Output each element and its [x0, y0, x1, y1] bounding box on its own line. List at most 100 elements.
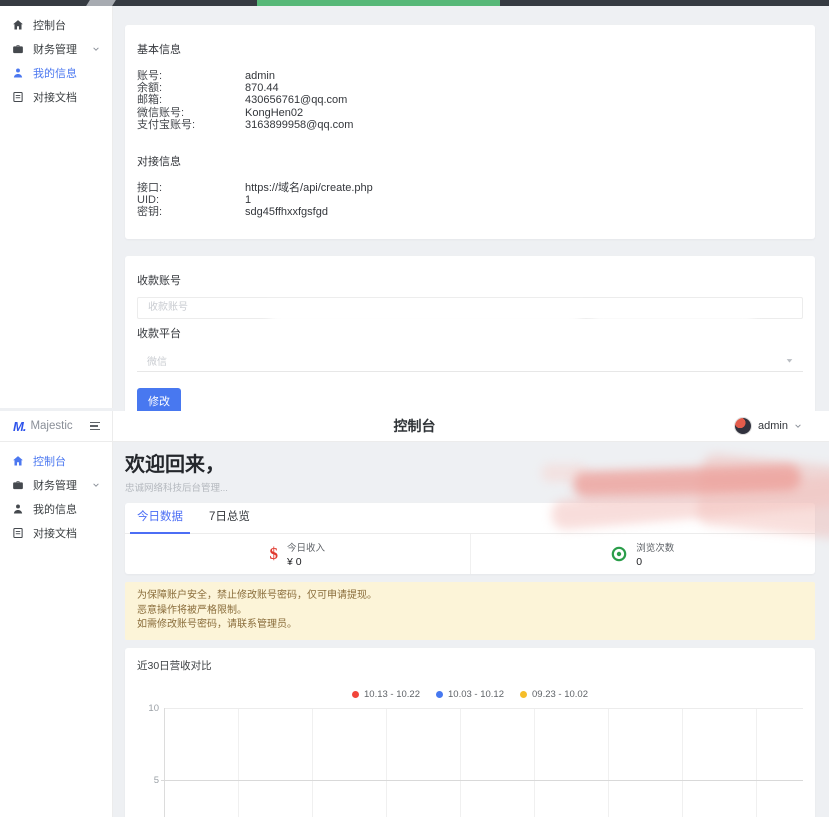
app-header: M. Majestic 控制台 admin: [0, 411, 829, 442]
row-label: 余额:: [137, 82, 245, 94]
welcome-title: 欢迎回来，: [125, 448, 815, 477]
legend-item[interactable]: 10.03 - 10.12: [436, 689, 504, 700]
dashboard-content: 欢迎回来， 忠诚网络科技后台管理... 今日数据 7日总览 $ 今日收入 ¥ 0: [113, 442, 829, 817]
sidebar-item-finance[interactable]: 财务管理: [0, 37, 112, 61]
logo-icon: M.: [13, 419, 25, 434]
sidebar-item-docs[interactable]: 对接文档: [0, 85, 112, 109]
select-value: 微信: [147, 353, 167, 368]
legend-label: 10.03 - 10.12: [448, 689, 504, 700]
legend-label: 09.23 - 10.02: [532, 689, 588, 700]
row-value: 1: [245, 194, 251, 206]
legend-label: 10.13 - 10.22: [364, 689, 420, 700]
row-value: 870.44: [245, 82, 279, 94]
row-value: 3163899958@qq.com: [245, 119, 353, 131]
logo-text: Majestic: [30, 420, 72, 432]
sidebar: 控制台 财务管理 我的信息 对接文档: [0, 442, 113, 817]
info-row: 邮箱:430656761@qq.com: [137, 94, 803, 106]
row-value: 430656761@qq.com: [245, 94, 347, 106]
legend-dot-yellow: [520, 691, 527, 698]
chart-title: 近30日营收对比: [137, 658, 803, 673]
sidebar-toggle-icon[interactable]: [88, 418, 102, 434]
alert-line: 如需修改账号密码，请联系管理员。: [137, 618, 803, 633]
stats-card: 今日数据 7日总览 $ 今日收入 ¥ 0: [125, 503, 815, 574]
finance-icon: [12, 43, 24, 55]
info-row: 支付宝账号:3163899958@qq.com: [137, 119, 803, 131]
row-label: 接口:: [137, 182, 245, 194]
sidebar-item-label: 对接文档: [33, 525, 77, 541]
chart-legend: 10.13 - 10.22 10.03 - 10.12 09.23 - 10.0…: [137, 689, 803, 700]
api-info-title: 对接信息: [137, 153, 803, 169]
legend-item[interactable]: 09.23 - 10.02: [520, 689, 588, 700]
revenue-chart-card: 近30日营收对比 10.13 - 10.22 10.03 - 10.12 09.…: [125, 648, 815, 817]
payout-platform-select[interactable]: 微信: [137, 350, 803, 372]
tab-today-data[interactable]: 今日数据: [137, 508, 183, 533]
row-label: 密钥:: [137, 206, 245, 218]
row-label: 邮箱:: [137, 94, 245, 106]
row-value: https://域名/api/create.php: [245, 182, 373, 194]
sidebar-item-label: 控制台: [33, 453, 66, 469]
gridline-5: [161, 780, 803, 781]
info-row: UID:1: [137, 194, 803, 206]
sidebar-item-label: 财务管理: [33, 477, 77, 493]
info-row: 微信账号:KongHen02: [137, 107, 803, 119]
dashboard-screen: M. Majestic 控制台 admin 控制台 财务管理: [0, 408, 829, 817]
row-value: KongHen02: [245, 107, 303, 119]
caret-down-icon: [786, 357, 793, 364]
doc-icon: [12, 91, 24, 103]
basic-info-title: 基本信息: [137, 41, 803, 57]
payout-account-input[interactable]: [137, 297, 803, 319]
page-title: 控制台: [0, 411, 829, 442]
dashboard-body: 控制台 财务管理 我的信息 对接文档 欢迎回来， 忠诚网络科技后: [0, 442, 829, 817]
row-label: UID:: [137, 194, 245, 206]
info-row: 余额:870.44: [137, 82, 803, 94]
row-value: sdg45ffhxxfgsfgd: [245, 206, 328, 218]
gridline-10: [165, 708, 803, 709]
sidebar-item-label: 我的信息: [33, 65, 77, 81]
sidebar-item-my-info[interactable]: 我的信息: [0, 61, 112, 85]
user-menu[interactable]: admin: [734, 411, 829, 441]
profile-screen: 控制台 财务管理 我的信息 对接文档 基本信息 账号:admin 余额:870.…: [0, 6, 829, 408]
tab-7day-overview[interactable]: 7日总览: [209, 508, 250, 533]
chevron-down-icon: [92, 45, 100, 53]
row-label: 支付宝账号:: [137, 119, 245, 131]
stats-tabs: 今日数据 7日总览: [125, 503, 815, 534]
stat-value: ¥ 0: [287, 556, 325, 568]
info-row: 账号:admin: [137, 70, 803, 82]
sidebar-item-finance[interactable]: 财务管理: [0, 473, 112, 497]
api-info-group: 对接信息 接口:https://域名/api/create.php UID:1 …: [137, 153, 803, 219]
security-alert: 为保障账户安全，禁止修改账号密码，仅可申请提现。 恶意操作将被严格限制。 如需修…: [125, 582, 815, 640]
sidebar-item-console[interactable]: 控制台: [0, 13, 112, 37]
sidebar-item-console[interactable]: 控制台: [0, 449, 112, 473]
sidebar-item-docs[interactable]: 对接文档: [0, 521, 112, 545]
user-icon: [12, 67, 24, 79]
row-label: 账号:: [137, 70, 245, 82]
y-axis-tick: 5: [138, 775, 159, 786]
sidebar-item-label: 控制台: [33, 17, 66, 33]
row-label: 微信账号:: [137, 107, 245, 119]
stat-label: 今日收入: [287, 540, 325, 554]
row-value: admin: [245, 70, 275, 82]
alert-line: 恶意操作将被严格限制。: [137, 604, 803, 619]
sidebar-item-label: 对接文档: [33, 89, 77, 105]
home-icon: [12, 19, 24, 31]
chevron-down-icon: [794, 422, 802, 430]
stat-value: 0: [636, 556, 674, 568]
logo-area: M. Majestic: [0, 411, 113, 441]
payout-form-card: 收款账号 收款平台 微信 修改: [125, 256, 815, 428]
profile-content: 基本信息 账号:admin 余额:870.44 邮箱:430656761@qq.…: [113, 6, 829, 408]
stat-today-income: $ 今日收入 ¥ 0: [125, 534, 470, 574]
stat-label: 浏览次数: [636, 540, 674, 554]
sidebar: 控制台 财务管理 我的信息 对接文档: [0, 6, 113, 408]
welcome-subtitle: 忠诚网络科技后台管理...: [125, 480, 815, 494]
doc-icon: [12, 527, 24, 539]
sidebar-item-label: 财务管理: [33, 41, 77, 57]
avatar: [734, 417, 752, 435]
payout-account-label: 收款账号: [137, 272, 803, 288]
info-row: 接口:https://域名/api/create.php: [137, 182, 803, 194]
chart-plot-area: 10 5 0: [164, 708, 803, 817]
sidebar-item-my-info[interactable]: 我的信息: [0, 497, 112, 521]
legend-item[interactable]: 10.13 - 10.22: [352, 689, 420, 700]
finance-icon: [12, 479, 24, 491]
y-axis-tick: 10: [138, 703, 159, 714]
info-row: 密钥:sdg45ffhxxfgsfgd: [137, 206, 803, 218]
